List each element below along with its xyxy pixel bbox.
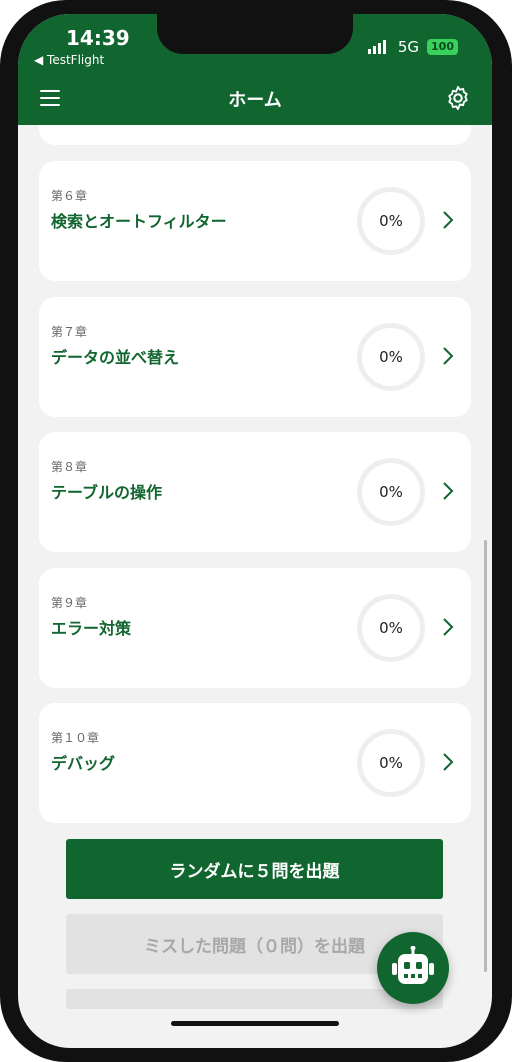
- chapter-label: 第７章: [51, 325, 88, 339]
- chevron-right-icon: [443, 347, 454, 365]
- progress-percent: 0%: [379, 619, 403, 637]
- battery-icon: 100: [427, 39, 458, 55]
- side-button: [506, 230, 512, 340]
- back-to-app-link[interactable]: ◀ TestFlight: [34, 53, 104, 67]
- chapter-label: 第１０章: [51, 731, 100, 745]
- screen: 14:39 ◀ TestFlight 5G 100 ホーム 第６章 検索とオート…: [18, 14, 492, 1048]
- chapter-title: テーブルの操作: [51, 483, 163, 502]
- chapter-label: 第９章: [51, 596, 88, 610]
- progress-ring: 0%: [357, 458, 425, 526]
- status-indicators: 5G 100: [367, 38, 458, 56]
- scrollbar[interactable]: [484, 540, 487, 972]
- chapter-label: 第６章: [51, 189, 88, 203]
- chevron-right-icon: [443, 211, 454, 229]
- chapter-card[interactable]: 第７章 データの並べ替え 0%: [39, 297, 471, 417]
- chapter-title: 検索とオートフィルター: [51, 212, 227, 231]
- notch: [157, 14, 353, 54]
- network-type: 5G: [397, 38, 420, 56]
- chapter-card[interactable]: 第８章 テーブルの操作 0%: [39, 432, 471, 552]
- status-time: 14:39: [66, 26, 130, 50]
- progress-percent: 0%: [379, 754, 403, 772]
- page-title: ホーム: [228, 90, 282, 111]
- robot-icon: [392, 946, 434, 984]
- progress-ring: 0%: [357, 594, 425, 662]
- chapter-title: データの並べ替え: [51, 348, 180, 367]
- chevron-right-icon: [443, 753, 454, 771]
- chapter-card[interactable]: 第９章 エラー対策 0%: [39, 568, 471, 688]
- progress-percent: 0%: [379, 348, 403, 366]
- signal-icon: [367, 40, 386, 54]
- gear-icon[interactable]: [444, 84, 472, 112]
- chapter-list: 第６章 検索とオートフィルター 0% 第７章 データの並べ替え 0% 第８章 テ…: [18, 125, 492, 1048]
- chapter-title: エラー対策: [51, 619, 132, 638]
- home-indicator: [171, 1021, 339, 1026]
- app-header: 14:39 ◀ TestFlight 5G 100 ホーム: [18, 14, 492, 125]
- progress-percent: 0%: [379, 483, 403, 501]
- side-button: [0, 198, 4, 268]
- progress-ring: 0%: [357, 729, 425, 797]
- chapter-card[interactable]: [39, 125, 471, 145]
- phone-frame: 14:39 ◀ TestFlight 5G 100 ホーム 第６章 検索とオート…: [0, 0, 512, 1062]
- chapter-title: デバッグ: [51, 754, 116, 773]
- side-button: [0, 285, 4, 355]
- progress-ring: 0%: [357, 323, 425, 391]
- chapter-card[interactable]: 第６章 検索とオートフィルター 0%: [39, 161, 471, 281]
- random-quiz-button[interactable]: ランダムに５問を出題: [66, 839, 443, 899]
- chevron-right-icon: [443, 618, 454, 636]
- chapter-label: 第８章: [51, 460, 88, 474]
- assistant-button[interactable]: [377, 932, 449, 1004]
- chevron-right-icon: [443, 482, 454, 500]
- side-button: [0, 130, 4, 166]
- progress-percent: 0%: [379, 212, 403, 230]
- chapter-card[interactable]: 第１０章 デバッグ 0%: [39, 703, 471, 823]
- progress-ring: 0%: [357, 187, 425, 255]
